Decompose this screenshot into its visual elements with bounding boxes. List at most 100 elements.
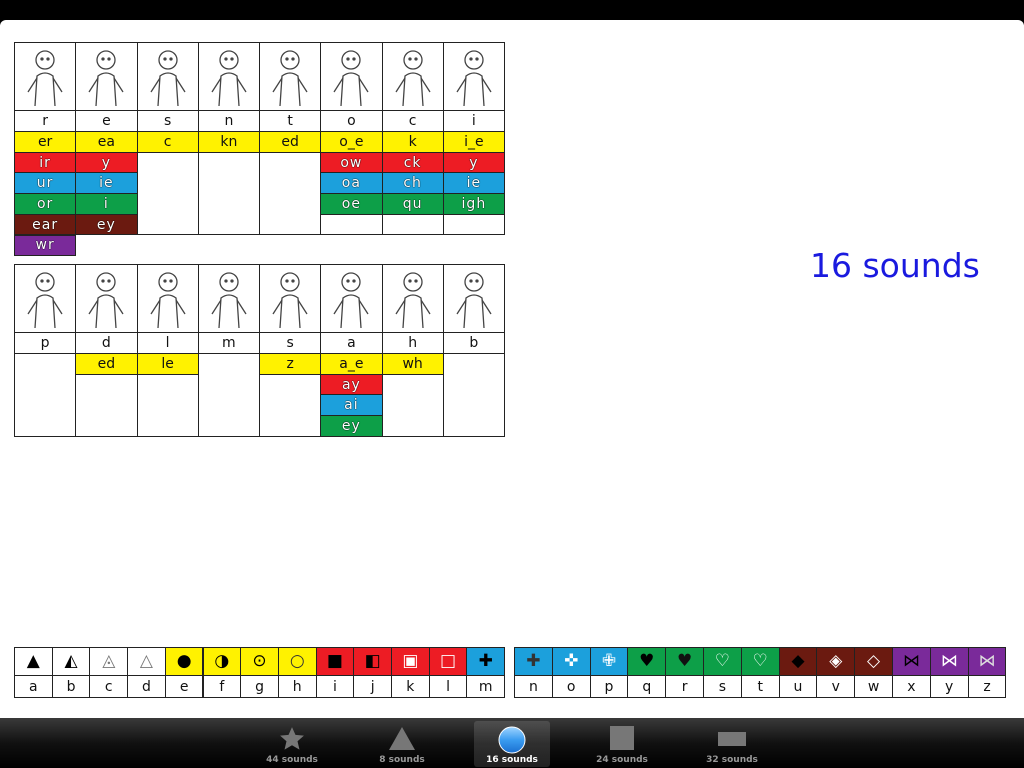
- spelling-cell[interactable]: wh: [381, 353, 444, 375]
- spelling-cell[interactable]: ie: [75, 172, 138, 195]
- shape-l-icon[interactable]: □: [428, 647, 468, 676]
- shape-u-icon[interactable]: ◆: [778, 647, 818, 676]
- picture-c: [381, 42, 444, 111]
- letter-cell[interactable]: p: [14, 332, 77, 354]
- letter-cell[interactable]: c: [381, 110, 444, 132]
- shape-o-icon[interactable]: ✜: [551, 647, 591, 676]
- illustration-icon: [211, 49, 247, 106]
- spelling-cell[interactable]: oa: [320, 172, 383, 195]
- spelling-cell[interactable]: ch: [381, 172, 444, 195]
- spelling-cell[interactable]: ey: [320, 415, 383, 437]
- shape-j-icon[interactable]: ◧: [353, 647, 392, 676]
- letter-cell[interactable]: i: [442, 110, 505, 132]
- shape-t-icon[interactable]: ♡: [740, 647, 780, 676]
- letter-cell[interactable]: h: [381, 332, 444, 354]
- spelling-cell[interactable]: ie: [442, 172, 505, 195]
- spelling-cell[interactable]: k: [381, 131, 444, 153]
- spelling-cell[interactable]: ur: [14, 172, 77, 195]
- tab-32-sounds[interactable]: 32 sounds: [694, 721, 770, 767]
- picture-s: [136, 42, 199, 111]
- spelling-cell[interactable]: i: [75, 193, 138, 215]
- illustration-icon: [27, 271, 63, 328]
- shape-letter-v: v: [816, 675, 856, 698]
- spelling-cell[interactable]: o_e: [320, 131, 383, 153]
- shape-w-icon[interactable]: ◇: [854, 647, 893, 676]
- letter-cell[interactable]: m: [197, 332, 260, 354]
- shape-letter-i: i: [315, 675, 355, 698]
- picture-o: [320, 42, 383, 111]
- letter-cell[interactable]: e: [75, 110, 138, 132]
- letter-cell[interactable]: a: [320, 332, 383, 354]
- spelling-cell[interactable]: i_e: [442, 131, 505, 153]
- shape-b-icon[interactable]: ◭: [51, 647, 91, 676]
- letter-cell[interactable]: r: [14, 110, 77, 132]
- shape-i-icon[interactable]: ■: [315, 647, 355, 676]
- spelling-cell[interactable]: ay: [320, 373, 383, 396]
- spelling-cell[interactable]: ir: [14, 151, 77, 174]
- spelling-cell[interactable]: qu: [381, 193, 444, 215]
- shape-v-icon[interactable]: ◈: [816, 647, 856, 676]
- rectangle-icon: [718, 726, 746, 750]
- tab-16-sounds[interactable]: 16 sounds: [474, 721, 550, 767]
- tab-44-sounds[interactable]: 44 sounds: [254, 721, 330, 767]
- illustration-icon: [333, 49, 369, 106]
- spelling-cell[interactable]: ed: [75, 353, 138, 375]
- shape-letter-m: m: [466, 675, 506, 698]
- tab-8-sounds[interactable]: 8 sounds: [364, 721, 440, 767]
- spelling-cell[interactable]: ed: [259, 131, 322, 153]
- letter-cell[interactable]: s: [259, 332, 322, 354]
- letter-cell[interactable]: d: [75, 332, 138, 354]
- spelling-cell[interactable]: ey: [75, 213, 138, 236]
- spelling-cell[interactable]: ea: [75, 131, 138, 153]
- shape-y-icon[interactable]: ⋈: [929, 647, 969, 676]
- spelling-cell[interactable]: y: [75, 151, 138, 174]
- shape-a-icon[interactable]: ▲: [14, 647, 53, 676]
- spelling-cell[interactable]: ai: [320, 394, 383, 417]
- spelling-cell[interactable]: ck: [381, 151, 444, 174]
- letter-cell[interactable]: l: [136, 332, 199, 354]
- shape-r-icon[interactable]: ♥: [665, 647, 704, 676]
- empty-cell: [197, 151, 260, 236]
- letter-cell[interactable]: b: [442, 332, 505, 354]
- shape-z-icon[interactable]: ⋈: [967, 647, 1007, 676]
- spelling-cell[interactable]: or: [14, 193, 77, 215]
- shape-e-icon[interactable]: ●: [164, 647, 204, 676]
- shape-s-icon[interactable]: ♡: [703, 647, 742, 676]
- star-icon: [278, 726, 306, 756]
- spelling-cell[interactable]: wr: [14, 234, 77, 257]
- spelling-cell[interactable]: y: [442, 151, 505, 174]
- shape-x-icon[interactable]: ⋈: [892, 647, 931, 676]
- letter-cell[interactable]: s: [136, 110, 199, 132]
- shape-q-icon[interactable]: ♥: [627, 647, 667, 676]
- spelling-cell[interactable]: c: [136, 131, 199, 153]
- letter-cell[interactable]: o: [320, 110, 383, 132]
- spelling-cell[interactable]: igh: [442, 193, 505, 215]
- spelling-cell[interactable]: ow: [320, 151, 383, 174]
- spelling-cell[interactable]: ear: [14, 213, 77, 236]
- shape-letter-r: r: [665, 675, 704, 698]
- empty-cell: [136, 373, 199, 437]
- empty-cell: [442, 353, 505, 437]
- content-page: r er ir ur or ear wr e ea y ie i ey s c n kn t ed o o_e ow oa o…: [0, 20, 1024, 718]
- shape-f-icon[interactable]: ◑: [202, 647, 242, 676]
- shape-k-icon[interactable]: ▣: [391, 647, 430, 676]
- shape-c-icon[interactable]: ◬: [89, 647, 129, 676]
- shape-d-icon[interactable]: △: [127, 647, 166, 676]
- spelling-cell[interactable]: oe: [320, 193, 383, 215]
- spelling-cell[interactable]: z: [259, 353, 322, 375]
- shape-g-icon[interactable]: ⊙: [240, 647, 279, 676]
- shape-p-icon[interactable]: ✙: [589, 647, 629, 676]
- shape-m-icon[interactable]: ✚: [466, 647, 506, 676]
- illustration-icon: [456, 271, 492, 328]
- letter-cell[interactable]: t: [259, 110, 322, 132]
- spelling-cell[interactable]: a_e: [320, 353, 383, 375]
- shape-h-icon[interactable]: ○: [277, 647, 317, 676]
- spelling-cell[interactable]: kn: [197, 131, 260, 153]
- empty-cell: [381, 213, 444, 236]
- spelling-cell[interactable]: er: [14, 131, 77, 153]
- spelling-cell[interactable]: le: [136, 353, 199, 375]
- shape-n-icon[interactable]: ✚: [514, 647, 553, 676]
- letter-cell[interactable]: n: [197, 110, 260, 132]
- shape-letter-u: u: [778, 675, 818, 698]
- tab-24-sounds[interactable]: 24 sounds: [584, 721, 660, 767]
